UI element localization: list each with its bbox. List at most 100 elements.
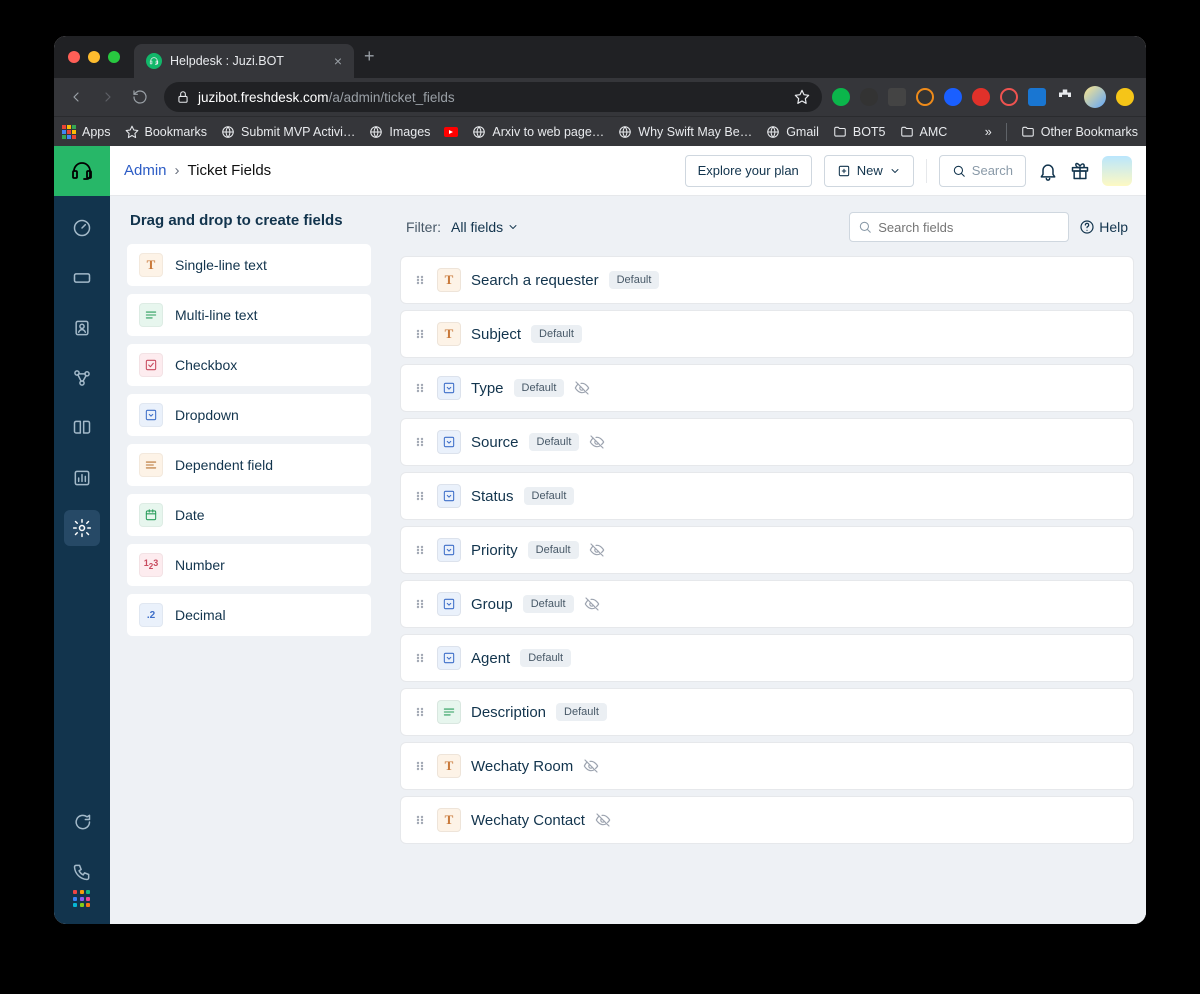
field-type-text[interactable]: TSingle-line text [126, 243, 372, 287]
bookmarks-overflow[interactable]: » [985, 125, 992, 139]
field-type-multiline[interactable]: Multi-line text [126, 293, 372, 337]
extension-icon[interactable] [1028, 88, 1046, 106]
bookmark-item[interactable]: Bookmarks [125, 125, 208, 139]
drag-handle-icon[interactable] [413, 706, 427, 718]
field-type-number[interactable]: 123Number [126, 543, 372, 587]
bookmark-item[interactable]: Gmail [766, 125, 819, 139]
star-icon[interactable] [794, 89, 810, 105]
topbar: Admin › Ticket Fields Explore your plan … [110, 146, 1146, 196]
drag-handle-icon[interactable] [413, 436, 427, 448]
rail-solutions[interactable] [64, 410, 100, 446]
field-row[interactable]: DescriptionDefault [400, 688, 1134, 736]
field-types-panel: Drag and drop to create fields TSingle-l… [110, 196, 388, 924]
bookmark-folder[interactable]: BOT5 [833, 125, 886, 139]
help-link[interactable]: Help [1079, 219, 1128, 235]
field-type-decimal[interactable]: .2Decimal [126, 593, 372, 637]
field-row[interactable]: AgentDefault [400, 634, 1134, 682]
window-zoom[interactable] [108, 51, 120, 63]
drag-handle-icon[interactable] [413, 274, 427, 286]
bookmark-item[interactable]: Arxiv to web page… [472, 125, 604, 139]
rail-phone[interactable] [64, 854, 100, 890]
apps-shortcut[interactable]: Apps [62, 125, 111, 139]
extension-icon[interactable] [972, 88, 990, 106]
rail-tickets[interactable] [64, 260, 100, 296]
rail-chat[interactable] [64, 804, 100, 840]
drag-handle-icon[interactable] [413, 328, 427, 340]
search-icon [858, 220, 872, 234]
gift-icon[interactable] [1070, 161, 1090, 181]
field-row[interactable]: TWechaty Contact [400, 796, 1134, 844]
extension-icon[interactable] [1116, 88, 1134, 106]
other-bookmarks[interactable]: Other Bookmarks [1021, 125, 1138, 139]
bookmark-item[interactable]: Why Swift May Be… [618, 125, 752, 139]
search-button[interactable]: Search [939, 155, 1026, 187]
fields-search[interactable] [849, 212, 1069, 242]
field-row[interactable]: PriorityDefault [400, 526, 1134, 574]
drag-handle-icon[interactable] [413, 760, 427, 772]
extension-icon[interactable] [916, 88, 934, 106]
lock-icon [176, 90, 190, 104]
browser-window: Helpdesk : Juzi.BOT × + juzibot.freshdes… [54, 36, 1146, 924]
extension-icon[interactable] [888, 88, 906, 106]
field-type-checkbox[interactable]: Checkbox [126, 343, 372, 387]
bookmark-label: Arxiv to web page… [492, 125, 604, 139]
rail-apps[interactable] [73, 890, 91, 908]
field-row[interactable]: SourceDefault [400, 418, 1134, 466]
new-button[interactable]: New [824, 155, 914, 187]
breadcrumb-root[interactable]: Admin [124, 162, 167, 179]
user-avatar[interactable] [1102, 156, 1132, 186]
reload-button[interactable] [126, 83, 154, 111]
filter-dropdown[interactable]: All fields [451, 219, 519, 235]
extension-icon[interactable] [832, 88, 850, 106]
field-row[interactable]: GroupDefault [400, 580, 1134, 628]
new-tab-button[interactable]: + [364, 46, 375, 69]
help-label: Help [1099, 219, 1128, 235]
drag-handle-icon[interactable] [413, 382, 427, 394]
hidden-icon [583, 758, 599, 774]
rail-dashboard[interactable] [64, 210, 100, 246]
bookmarks-bar: Apps Bookmarks Submit MVP Activi… Images… [54, 116, 1146, 146]
drag-handle-icon[interactable] [413, 544, 427, 556]
window-close[interactable] [68, 51, 80, 63]
drag-handle-icon[interactable] [413, 490, 427, 502]
drag-handle-icon[interactable] [413, 814, 427, 826]
forward-button[interactable] [94, 83, 122, 111]
field-type-dependent[interactable]: Dependent field [126, 443, 372, 487]
field-name: Priority [471, 542, 518, 559]
help-icon [1079, 219, 1095, 235]
window-minimize[interactable] [88, 51, 100, 63]
explore-plan-button[interactable]: Explore your plan [685, 155, 812, 187]
profile-avatar[interactable] [1084, 86, 1106, 108]
back-button[interactable] [62, 83, 90, 111]
field-row[interactable]: TWechaty Room [400, 742, 1134, 790]
app-logo[interactable] [54, 146, 110, 196]
bookmark-item[interactable] [444, 127, 458, 137]
drag-handle-icon[interactable] [413, 598, 427, 610]
field-row[interactable]: StatusDefault [400, 472, 1134, 520]
extension-icon[interactable] [1000, 88, 1018, 106]
rail-analytics[interactable] [64, 460, 100, 496]
extensions-menu-icon[interactable] [1056, 88, 1074, 106]
default-badge: Default [514, 379, 565, 397]
bookmark-item[interactable]: Submit MVP Activi… [221, 125, 355, 139]
notifications-icon[interactable] [1038, 161, 1058, 181]
field-type-dropdown[interactable]: Dropdown [126, 393, 372, 437]
field-row[interactable]: TypeDefault [400, 364, 1134, 412]
rail-admin[interactable] [64, 510, 100, 546]
field-type-label: Date [175, 507, 205, 523]
extension-icon[interactable] [860, 88, 878, 106]
field-row[interactable]: TSubjectDefault [400, 310, 1134, 358]
drag-handle-icon[interactable] [413, 652, 427, 664]
tab-close-icon[interactable]: × [334, 53, 342, 69]
bookmark-label: Gmail [786, 125, 819, 139]
address-bar[interactable]: juzibot.freshdesk.com/a/admin/ticket_fie… [164, 82, 822, 112]
rail-social[interactable] [64, 360, 100, 396]
field-row[interactable]: TSearch a requesterDefault [400, 256, 1134, 304]
field-type-date[interactable]: Date [126, 493, 372, 537]
bookmark-folder[interactable]: AMC [900, 125, 948, 139]
browser-tab[interactable]: Helpdesk : Juzi.BOT × [134, 44, 354, 78]
rail-contacts[interactable] [64, 310, 100, 346]
bookmark-item[interactable]: Images [369, 125, 430, 139]
search-input[interactable] [878, 220, 1060, 235]
extension-icon[interactable] [944, 88, 962, 106]
